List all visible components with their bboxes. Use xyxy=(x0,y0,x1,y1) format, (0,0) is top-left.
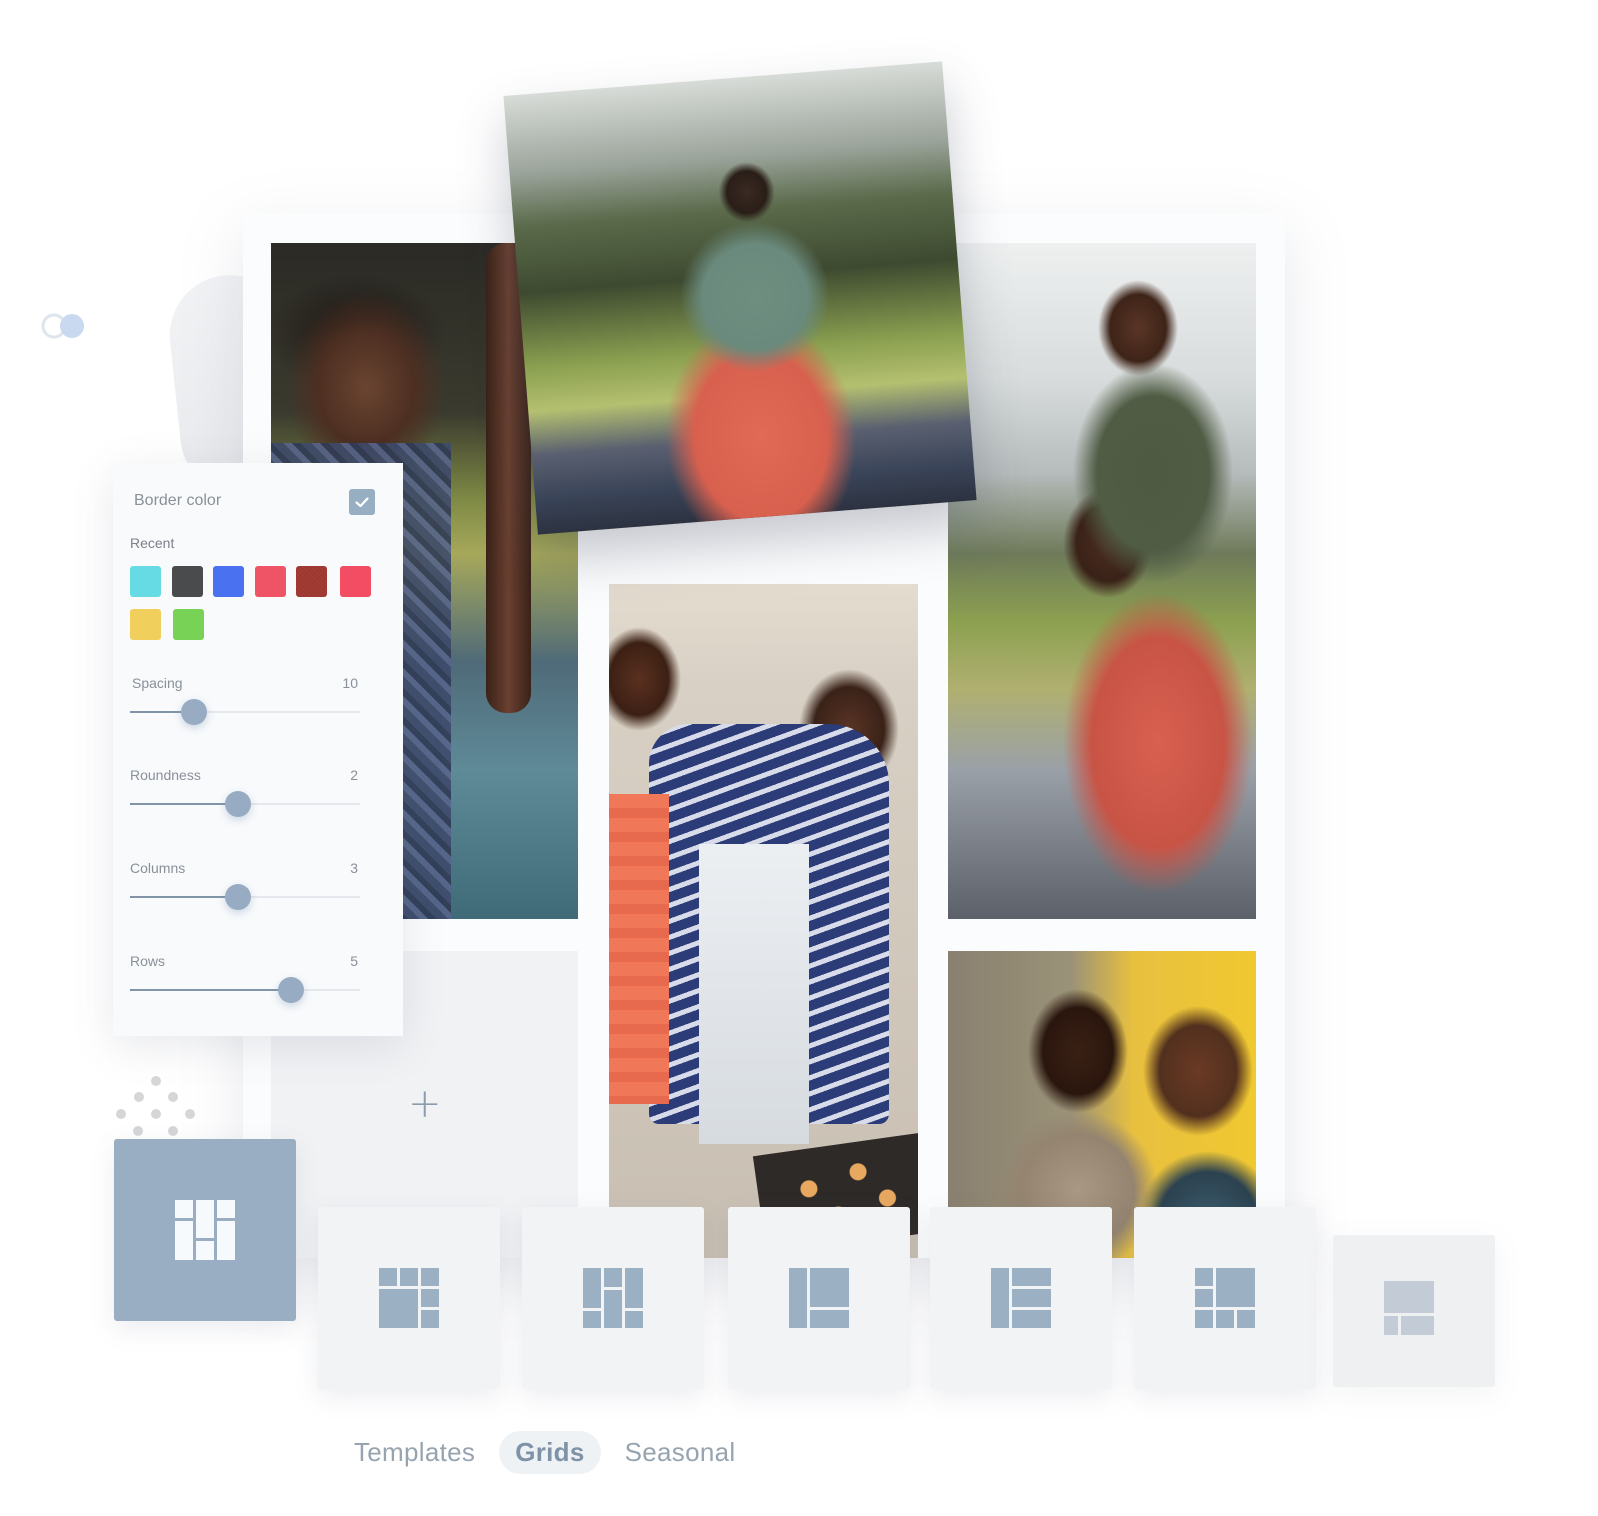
grid-layout-icon xyxy=(379,1268,439,1328)
grid-cell-shape xyxy=(379,1289,418,1328)
photo-detail xyxy=(609,794,669,1104)
grid-cell-shape xyxy=(1012,1268,1051,1286)
decorative-dot xyxy=(151,1076,161,1086)
roundness-slider[interactable] xyxy=(130,791,360,817)
grid-cell-shape xyxy=(1012,1289,1051,1307)
spacing-value: 10 xyxy=(342,675,358,691)
grid-cell-shape xyxy=(175,1221,193,1260)
grid-cell-shape xyxy=(175,1200,193,1218)
spacing-slider[interactable] xyxy=(130,699,360,725)
check-icon xyxy=(355,496,369,507)
rows-slider[interactable] xyxy=(130,977,360,1003)
grid-cell-shape xyxy=(625,1268,643,1308)
grid-cell-shape xyxy=(991,1268,1009,1328)
grid-cell-shape xyxy=(196,1241,214,1260)
recent-colors-label: Recent xyxy=(130,535,175,551)
roundness-slider-thumb[interactable] xyxy=(225,791,252,817)
grid-cell-shape xyxy=(625,1311,643,1328)
photo-father-son-shoulders-back[interactable] xyxy=(503,61,977,535)
category-tabs: Templates Grids Seasonal xyxy=(338,1428,751,1476)
grid-layout-7-tile[interactable] xyxy=(1333,1235,1495,1387)
columns-label: Columns xyxy=(130,860,186,876)
grid-cell-shape xyxy=(1195,1268,1213,1286)
grid-cell-shape xyxy=(1012,1310,1051,1328)
grid-layout-3-tile[interactable] xyxy=(522,1207,704,1389)
rows-label: Rows xyxy=(130,953,166,969)
grid-cell-shape xyxy=(789,1268,807,1328)
grid-cell-shape xyxy=(421,1268,439,1286)
columns-slider-fill xyxy=(130,896,239,898)
grid-cell-shape xyxy=(583,1311,601,1328)
grid-cell-shape xyxy=(379,1268,397,1286)
grid-layout-1-tile[interactable] xyxy=(114,1139,296,1321)
grid-cell-shape xyxy=(1384,1281,1434,1313)
grid-layout-icon xyxy=(991,1268,1051,1328)
grid-layout-icon xyxy=(583,1268,643,1328)
grid-cell-shape xyxy=(1195,1289,1213,1307)
grid-cell-shape xyxy=(810,1268,849,1307)
grid-cell-shape xyxy=(421,1289,439,1307)
grid-layout-icon xyxy=(1195,1268,1255,1328)
grid-cell-shape xyxy=(810,1310,849,1328)
photo-detail xyxy=(699,844,809,1144)
tab-grids[interactable]: Grids xyxy=(499,1430,601,1474)
border-color-label: Border color xyxy=(134,492,222,509)
tab-templates[interactable]: Templates xyxy=(338,1431,491,1474)
grid-cell-shape xyxy=(1195,1310,1213,1328)
columns-value: 3 xyxy=(350,860,358,876)
roundness-label: Roundness xyxy=(130,767,201,783)
decorative-dot xyxy=(168,1092,178,1102)
grid-cell-shape xyxy=(604,1268,622,1287)
grid-cell-shape xyxy=(1384,1316,1398,1335)
decorative-dot xyxy=(116,1109,126,1119)
grid-cell-shape xyxy=(196,1200,214,1238)
color-swatch[interactable] xyxy=(173,609,204,640)
tab-seasonal[interactable]: Seasonal xyxy=(609,1431,752,1474)
color-swatch[interactable] xyxy=(130,566,161,597)
rows-slider-fill xyxy=(130,989,291,991)
color-swatch[interactable] xyxy=(296,566,327,597)
roundness-slider-fill xyxy=(130,803,239,805)
color-swatch[interactable] xyxy=(255,566,286,597)
rows-slider-thumb[interactable] xyxy=(278,977,304,1003)
grid-layout-4-tile[interactable] xyxy=(728,1207,910,1389)
color-swatch[interactable] xyxy=(213,566,244,597)
grid-layout-icon xyxy=(1384,1281,1434,1335)
decorative-dot xyxy=(185,1109,195,1119)
decorative-dot xyxy=(133,1126,143,1136)
grid-layout-6-tile[interactable] xyxy=(1134,1207,1316,1389)
grid-cell-shape xyxy=(217,1221,235,1260)
grid-cell-shape xyxy=(1216,1310,1234,1328)
grid-layout-icon xyxy=(175,1200,235,1260)
decorative-dot xyxy=(134,1092,144,1102)
grid-cell-shape xyxy=(421,1310,439,1328)
photo-father-son-shoulders-front[interactable] xyxy=(948,243,1256,919)
grid-layout-5-tile[interactable] xyxy=(930,1207,1112,1389)
grid-layout-2-tile[interactable] xyxy=(318,1207,500,1389)
border-color-checkbox[interactable] xyxy=(349,489,375,515)
grid-cell-shape xyxy=(1401,1316,1434,1335)
color-swatch[interactable] xyxy=(172,566,203,597)
color-swatch[interactable] xyxy=(340,566,371,597)
grid-layout-icon xyxy=(789,1268,849,1328)
toggle-icon[interactable] xyxy=(40,312,88,340)
rows-value: 5 xyxy=(350,953,358,969)
decorative-dot xyxy=(151,1109,161,1119)
grid-cell-shape xyxy=(583,1268,601,1308)
spacing-label: Spacing xyxy=(132,675,183,691)
photo-baking-cookies[interactable] xyxy=(609,584,918,1258)
grid-cell-shape xyxy=(217,1200,235,1218)
columns-slider[interactable] xyxy=(130,884,360,910)
decorative-dot xyxy=(168,1126,178,1136)
grid-cell-shape xyxy=(604,1290,622,1328)
grid-cell-shape xyxy=(400,1268,418,1286)
grid-cell-shape xyxy=(1216,1268,1255,1307)
plus-icon[interactable]: + xyxy=(408,1084,442,1124)
grid-cell-shape xyxy=(1237,1310,1255,1328)
columns-slider-thumb[interactable] xyxy=(225,884,252,910)
color-swatch[interactable] xyxy=(130,609,161,640)
roundness-value: 2 xyxy=(350,767,358,783)
